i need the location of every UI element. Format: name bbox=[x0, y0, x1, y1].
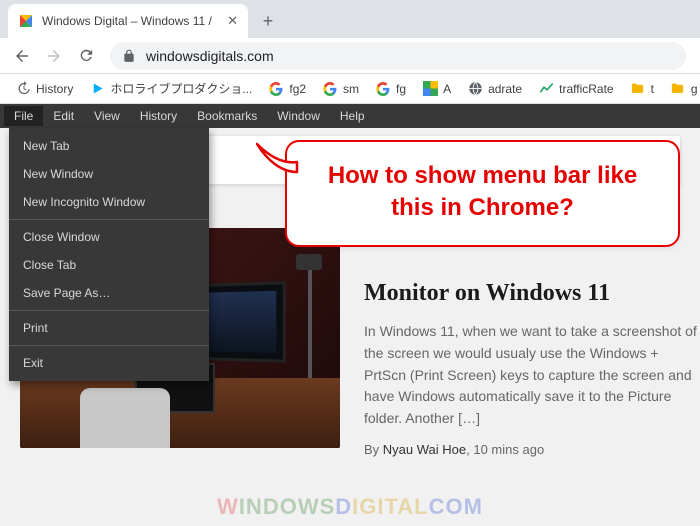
menu-separator bbox=[9, 345, 209, 346]
google-icon bbox=[268, 81, 284, 97]
arrow-left-icon bbox=[13, 47, 31, 65]
bookmark-label: adrate bbox=[488, 82, 522, 96]
menuitem-new-tab[interactable]: New Tab bbox=[9, 132, 209, 160]
back-button[interactable] bbox=[8, 42, 36, 70]
bookmark-hololive[interactable]: ホロライブプロダクショ... bbox=[82, 76, 259, 101]
bookmark-label: trafficRate bbox=[559, 82, 613, 96]
bookmark-label: fg2 bbox=[289, 82, 306, 96]
globe-icon bbox=[467, 81, 483, 97]
bookmark-t[interactable]: t bbox=[623, 77, 661, 101]
callout-tail-icon bbox=[255, 142, 299, 176]
browser-tab[interactable]: Windows Digital – Windows 11 / ✕ bbox=[8, 4, 248, 38]
bookmark-g[interactable]: g bbox=[663, 77, 700, 101]
article-byline: By Nyau Wai Hoe, 10 mins ago bbox=[364, 442, 700, 457]
menu-help[interactable]: Help bbox=[330, 106, 375, 126]
article-author[interactable]: Nyau Wai Hoe bbox=[383, 442, 466, 457]
bookmarks-bar: History ホロライブプロダクショ... fg2 sm fg A adrat… bbox=[0, 74, 700, 104]
menu-file[interactable]: File bbox=[4, 106, 43, 126]
tab-favicon bbox=[18, 13, 34, 29]
bookmark-label: A bbox=[443, 82, 451, 96]
callout-bubble: How to show menu bar like this in Chrome… bbox=[285, 140, 680, 247]
arrow-right-icon bbox=[45, 47, 63, 65]
menu-separator bbox=[9, 219, 209, 220]
browser-toolbar: windowsdigitals.com bbox=[0, 38, 700, 74]
lock-icon bbox=[122, 49, 136, 63]
bookmark-label: sm bbox=[343, 82, 359, 96]
menu-view[interactable]: View bbox=[84, 106, 130, 126]
address-bar[interactable]: windowsdigitals.com bbox=[110, 42, 686, 70]
play-icon bbox=[89, 81, 105, 97]
bookmark-label: History bbox=[36, 82, 73, 96]
bookmark-label: fg bbox=[396, 82, 406, 96]
bookmark-trafficrate[interactable]: trafficRate bbox=[531, 77, 620, 101]
tab-strip: Windows Digital – Windows 11 / ✕ + bbox=[0, 0, 700, 38]
folder-icon bbox=[670, 81, 686, 97]
google-icon bbox=[375, 81, 391, 97]
article-excerpt: In Windows 11, when we want to take a sc… bbox=[364, 321, 700, 429]
extension-menubar: File Edit View History Bookmarks Window … bbox=[0, 104, 700, 128]
menuitem-new-incognito[interactable]: New Incognito Window bbox=[9, 188, 209, 216]
bookmark-label: t bbox=[651, 82, 654, 96]
tab-title: Windows Digital – Windows 11 / bbox=[42, 14, 219, 28]
bookmark-a[interactable]: A bbox=[415, 77, 458, 101]
url-text: windowsdigitals.com bbox=[146, 48, 274, 64]
square-icon bbox=[422, 81, 438, 97]
menuitem-close-tab[interactable]: Close Tab bbox=[9, 251, 209, 279]
bookmark-sm[interactable]: sm bbox=[315, 77, 366, 101]
menu-window[interactable]: Window bbox=[267, 106, 330, 126]
article-body: Monitor on Windows 11 In Windows 11, whe… bbox=[364, 228, 700, 457]
reload-button[interactable] bbox=[72, 42, 100, 70]
bookmark-fg2[interactable]: fg2 bbox=[261, 77, 313, 101]
google-icon bbox=[322, 81, 338, 97]
watermark: WINDOWSDIGITALCOM bbox=[0, 494, 700, 520]
reload-icon bbox=[78, 47, 95, 64]
menu-edit[interactable]: Edit bbox=[43, 106, 84, 126]
menuitem-exit[interactable]: Exit bbox=[9, 349, 209, 377]
file-menu-dropdown: New Tab New Window New Incognito Window … bbox=[9, 128, 209, 381]
chart-icon bbox=[538, 81, 554, 97]
bookmark-history[interactable]: History bbox=[8, 77, 80, 101]
menuitem-new-window[interactable]: New Window bbox=[9, 160, 209, 188]
menuitem-print[interactable]: Print bbox=[9, 314, 209, 342]
menuitem-close-window[interactable]: Close Window bbox=[9, 223, 209, 251]
menu-history[interactable]: History bbox=[130, 106, 187, 126]
bookmark-adrate[interactable]: adrate bbox=[460, 77, 529, 101]
article-title[interactable]: Monitor on Windows 11 bbox=[364, 278, 700, 309]
menu-separator bbox=[9, 310, 209, 311]
annotation-callout: How to show menu bar like this in Chrome… bbox=[285, 140, 680, 247]
close-tab-icon[interactable]: ✕ bbox=[227, 13, 238, 29]
new-tab-button[interactable]: + bbox=[254, 7, 282, 35]
bookmark-fg[interactable]: fg bbox=[368, 77, 413, 101]
history-icon bbox=[15, 81, 31, 97]
forward-button[interactable] bbox=[40, 42, 68, 70]
folder-icon bbox=[630, 81, 646, 97]
menuitem-save-page[interactable]: Save Page As… bbox=[9, 279, 209, 307]
callout-text: How to show menu bar like this in Chrome… bbox=[309, 160, 656, 225]
menu-bookmarks[interactable]: Bookmarks bbox=[187, 106, 267, 126]
bookmark-label: g bbox=[691, 82, 698, 96]
bookmark-label: ホロライブプロダクショ... bbox=[110, 80, 252, 97]
